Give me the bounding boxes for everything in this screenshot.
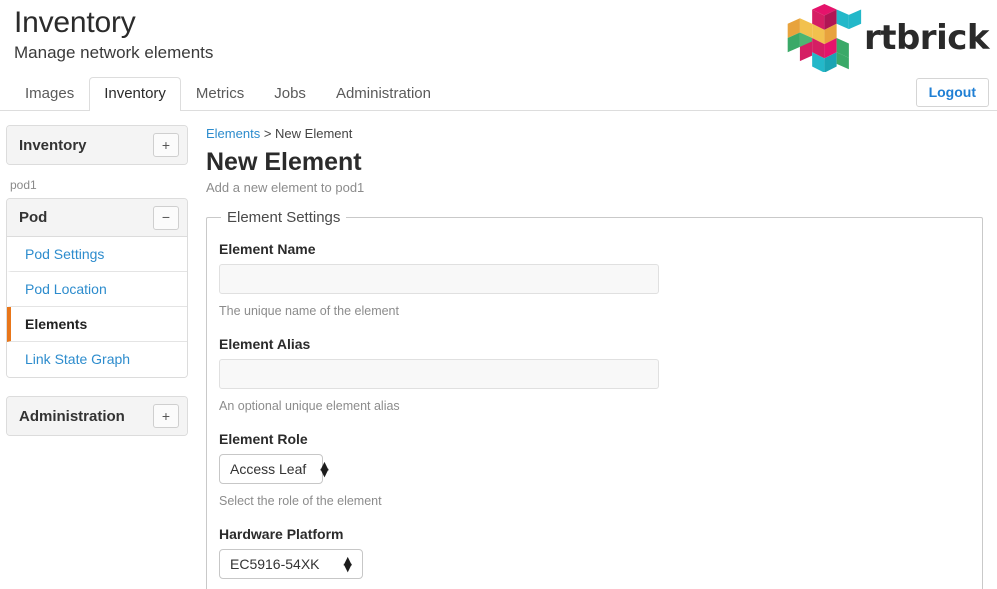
element-settings-fieldset: Element Settings Element Name The unique…: [206, 209, 983, 589]
hardware-platform-value: EC5916-54XK: [230, 556, 320, 572]
sidebar-panel-administration-header[interactable]: Administration +: [7, 397, 187, 435]
page-description: Add a new element to pod1: [206, 180, 365, 195]
hardware-platform-select-box[interactable]: EC5916-54XK ▲ ▼: [219, 549, 363, 579]
element-role-help: Select the role of the element: [219, 494, 382, 508]
expand-inventory-icon[interactable]: +: [153, 133, 179, 157]
sidebar: Inventory + pod1 Pod − Pod Settings Pod …: [0, 125, 188, 444]
field-element-alias: Element Alias An optional unique element…: [219, 335, 970, 414]
page-body: Inventory + pod1 Pod − Pod Settings Pod …: [0, 111, 997, 589]
element-alias-input[interactable]: [219, 359, 659, 389]
element-name-input[interactable]: [219, 264, 659, 294]
sidebar-panel-administration: Administration +: [6, 396, 188, 436]
sidebar-item-link-state-graph[interactable]: Link State Graph: [7, 342, 187, 377]
brand-logo: rtbrick: [780, 4, 990, 72]
select-updown-icon: ▲ ▼: [343, 554, 352, 574]
tab-images[interactable]: Images: [10, 77, 89, 111]
breadcrumb-current: New Element: [275, 126, 353, 141]
sidebar-panel-pod-title: Pod: [19, 209, 48, 226]
sidebar-item-pod-location[interactable]: Pod Location: [7, 272, 187, 307]
page-header: Inventory Manage network elements rtbric…: [0, 0, 997, 107]
sidebar-panel-pod: Pod − Pod Settings Pod Location Elements…: [6, 198, 188, 378]
breadcrumb: Elements > New Element: [206, 125, 983, 142]
tab-metrics[interactable]: Metrics: [181, 77, 259, 111]
rtbrick-logo-icon: [787, 4, 862, 72]
element-alias-label: Element Alias: [219, 336, 311, 352]
tab-jobs[interactable]: Jobs: [259, 77, 321, 111]
field-element-role: Element Role Access Leaf ▲ ▼ Select the r…: [219, 430, 970, 509]
sidebar-panel-pod-header[interactable]: Pod −: [7, 199, 187, 237]
element-name-help: The unique name of the element: [219, 304, 399, 318]
brand-wordmark: rtbrick: [863, 18, 990, 58]
sidebar-item-pod-settings[interactable]: Pod Settings: [7, 237, 187, 272]
element-alias-help: An optional unique element alias: [219, 399, 400, 413]
sidebar-item-elements[interactable]: Elements: [7, 307, 187, 342]
element-role-select-box[interactable]: Access Leaf ▲ ▼: [219, 454, 329, 484]
main-content: Elements > New Element New Element Add a…: [188, 125, 997, 589]
element-settings-legend: Element Settings: [227, 209, 341, 226]
sidebar-pod-label: pod1: [10, 178, 37, 192]
sidebar-panel-inventory-header[interactable]: Inventory +: [7, 126, 187, 164]
element-role-label: Element Role: [219, 431, 308, 447]
sidebar-panel-inventory-title: Inventory: [19, 136, 87, 154]
sidebar-panel-inventory: Inventory +: [6, 125, 188, 165]
tab-administration[interactable]: Administration: [321, 77, 446, 111]
page-title: New Element: [206, 148, 362, 176]
field-hardware-platform: Hardware Platform EC5916-54XK ▲▼ Select …: [219, 525, 970, 589]
element-role-select[interactable]: Access Leaf ▲ ▼: [219, 454, 329, 484]
main-tab-bar: Images Inventory Metrics Jobs Administra…: [0, 75, 997, 111]
breadcrumb-separator: >: [263, 126, 272, 141]
sidebar-panel-administration-title: Administration: [19, 407, 125, 425]
tab-inventory[interactable]: Inventory: [89, 77, 181, 111]
breadcrumb-link-elements[interactable]: Elements: [206, 126, 260, 141]
element-name-label: Element Name: [219, 241, 316, 257]
hardware-platform-label: Hardware Platform: [219, 526, 344, 542]
hardware-platform-select[interactable]: EC5916-54XK ▲ ▼: [219, 549, 363, 579]
select-updown-icon: ▲ ▼: [320, 459, 329, 479]
expand-administration-icon[interactable]: +: [153, 404, 179, 428]
collapse-pod-icon[interactable]: −: [153, 205, 179, 230]
field-element-name: Element Name The unique name of the elem…: [219, 240, 970, 319]
element-role-value: Access Leaf: [230, 461, 307, 477]
